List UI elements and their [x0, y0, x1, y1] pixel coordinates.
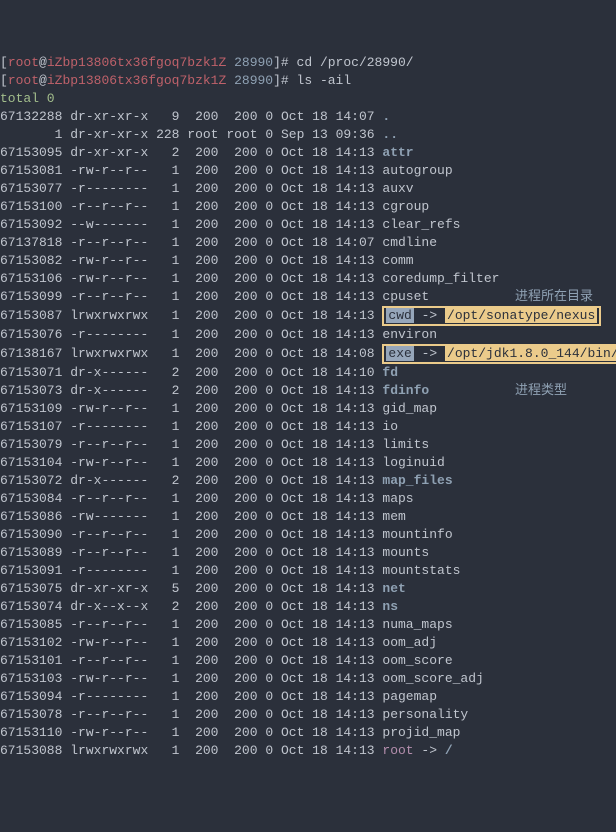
ls-row: 67153094 -r-------- 1 200 200 0 Oct 18 1… — [0, 688, 616, 706]
ls-row: 67153090 -r--r--r-- 1 200 200 0 Oct 18 1… — [0, 526, 616, 544]
ls-row: 67132288 dr-xr-xr-x 9 200 200 0 Oct 18 1… — [0, 108, 616, 126]
link-target: /opt/jdk1.8.0_144/bin/java — [445, 346, 616, 361]
dir-name: attr — [382, 145, 413, 160]
ls-row: 67153082 -rw-r--r-- 1 200 200 0 Oct 18 1… — [0, 252, 616, 270]
file-name: oom_adj — [382, 635, 437, 650]
ls-row: 67153106 -rw-r--r-- 1 200 200 0 Oct 18 1… — [0, 270, 616, 288]
command: cd /proc/28990/ — [297, 55, 414, 70]
file-name: mem — [382, 509, 405, 524]
dir-name: . — [382, 109, 390, 124]
file-name: comm — [382, 253, 413, 268]
ls-row: 67153084 -r--r--r-- 1 200 200 0 Oct 18 1… — [0, 490, 616, 508]
file-name: projid_map — [382, 725, 460, 740]
ls-row: 67153107 -r-------- 1 200 200 0 Oct 18 1… — [0, 418, 616, 436]
terminal-output[interactable]: [root@iZbp13806tx36fgoq7bzk1Z 28990]# cd… — [0, 54, 616, 760]
ls-row: 67153109 -rw-r--r-- 1 200 200 0 Oct 18 1… — [0, 400, 616, 418]
ls-row: 67153079 -r--r--r-- 1 200 200 0 Oct 18 1… — [0, 436, 616, 454]
ls-row: 67153101 -r--r--r-- 1 200 200 0 Oct 18 1… — [0, 652, 616, 670]
prompt-user: root — [8, 73, 39, 88]
ls-row: 67153091 -r-------- 1 200 200 0 Oct 18 1… — [0, 562, 616, 580]
file-name: coredump_filter — [382, 271, 499, 286]
prompt-cwd: 28990 — [234, 55, 273, 70]
ls-row: 67153095 dr-xr-xr-x 2 200 200 0 Oct 18 1… — [0, 144, 616, 162]
prompt-line: [root@iZbp13806tx36fgoq7bzk1Z 28990]# ls… — [0, 72, 616, 90]
ls-row: 67153081 -rw-r--r-- 1 200 200 0 Oct 18 1… — [0, 162, 616, 180]
link-name: exe — [386, 346, 413, 361]
ls-row: 67153110 -rw-r--r-- 1 200 200 0 Oct 18 1… — [0, 724, 616, 742]
prompt-line: [root@iZbp13806tx36fgoq7bzk1Z 28990]# cd… — [0, 54, 616, 72]
ls-row: 67153085 -r--r--r-- 1 200 200 0 Oct 18 1… — [0, 616, 616, 634]
ls-row: 67137818 -r--r--r-- 1 200 200 0 Oct 18 1… — [0, 234, 616, 252]
file-name: environ — [382, 327, 437, 342]
ls-row: 67153099 -r--r--r-- 1 200 200 0 Oct 18 1… — [0, 288, 616, 306]
link-name: root — [382, 743, 413, 758]
ls-row: 67138167 lrwxrwxrwx 1 200 200 0 Oct 18 1… — [0, 344, 616, 364]
file-name: loginuid — [382, 455, 444, 470]
link-target: / — [445, 743, 453, 758]
file-name: auxv — [382, 181, 413, 196]
prompt-cwd: 28990 — [234, 73, 273, 88]
ls-row: 67153088 lrwxrwxrwx 1 200 200 0 Oct 18 1… — [0, 742, 616, 760]
file-name: cgroup — [382, 199, 429, 214]
ls-row: 67153103 -rw-r--r-- 1 200 200 0 Oct 18 1… — [0, 670, 616, 688]
dir-name: map_files — [382, 473, 452, 488]
ls-row: 1 dr-xr-xr-x 228 root root 0 Sep 13 09:3… — [0, 126, 616, 144]
annotation-exe-type: 进程类型 — [515, 383, 567, 398]
file-name: personality — [382, 707, 468, 722]
file-name: pagemap — [382, 689, 437, 704]
file-name: oom_score — [382, 653, 452, 668]
command: ls -ail — [297, 73, 352, 88]
dir-name: fdinfo — [382, 383, 429, 398]
ls-row: 67153077 -r-------- 1 200 200 0 Oct 18 1… — [0, 180, 616, 198]
highlight-exe: exe -> /opt/jdk1.8.0_144/bin/java — [382, 344, 616, 364]
prompt-host: iZbp13806tx36fgoq7bzk1Z — [47, 73, 226, 88]
ls-row: 67153089 -r--r--r-- 1 200 200 0 Oct 18 1… — [0, 544, 616, 562]
dir-name: .. — [382, 127, 398, 142]
dir-name: fd — [382, 365, 398, 380]
file-name: clear_refs — [382, 217, 460, 232]
file-name: maps — [382, 491, 413, 506]
file-name: limits — [382, 437, 429, 452]
file-name: io — [382, 419, 398, 434]
file-name: mountstats — [382, 563, 460, 578]
ls-row: 67153076 -r-------- 1 200 200 0 Oct 18 1… — [0, 326, 616, 344]
prompt-host: iZbp13806tx36fgoq7bzk1Z — [47, 55, 226, 70]
ls-row: 67153100 -r--r--r-- 1 200 200 0 Oct 18 1… — [0, 198, 616, 216]
file-name: cmdline — [382, 235, 437, 250]
prompt-user: root — [8, 55, 39, 70]
dir-name: ns — [382, 599, 398, 614]
file-name: mountinfo — [382, 527, 452, 542]
file-name: gid_map — [382, 401, 437, 416]
file-name: autogroup — [382, 163, 452, 178]
file-name: cpuset — [382, 289, 429, 304]
link-name: cwd — [386, 308, 413, 323]
ls-row: 67153073 dr-x------ 2 200 200 0 Oct 18 1… — [0, 382, 616, 400]
ls-row: 67153075 dr-xr-xr-x 5 200 200 0 Oct 18 1… — [0, 580, 616, 598]
ls-row: 67153092 --w------- 1 200 200 0 Oct 18 1… — [0, 216, 616, 234]
dir-name: net — [382, 581, 405, 596]
ls-row: 67153104 -rw-r--r-- 1 200 200 0 Oct 18 1… — [0, 454, 616, 472]
total-line: total 0 — [0, 90, 616, 108]
file-name: mounts — [382, 545, 429, 560]
ls-row: 67153102 -rw-r--r-- 1 200 200 0 Oct 18 1… — [0, 634, 616, 652]
ls-row: 67153078 -r--r--r-- 1 200 200 0 Oct 18 1… — [0, 706, 616, 724]
ls-row: 67153074 dr-x--x--x 2 200 200 0 Oct 18 1… — [0, 598, 616, 616]
link-target: /opt/sonatype/nexus — [445, 308, 597, 323]
ls-row: 67153087 lrwxrwxrwx 1 200 200 0 Oct 18 1… — [0, 306, 616, 326]
file-name: numa_maps — [382, 617, 452, 632]
ls-row: 67153072 dr-x------ 2 200 200 0 Oct 18 1… — [0, 472, 616, 490]
annotation-cwd-dir: 进程所在目录 — [515, 289, 593, 304]
highlight-cwd: cwd -> /opt/sonatype/nexus — [382, 306, 601, 326]
file-name: oom_score_adj — [382, 671, 483, 686]
ls-row: 67153086 -rw------- 1 200 200 0 Oct 18 1… — [0, 508, 616, 526]
ls-row: 67153071 dr-x------ 2 200 200 0 Oct 18 1… — [0, 364, 616, 382]
